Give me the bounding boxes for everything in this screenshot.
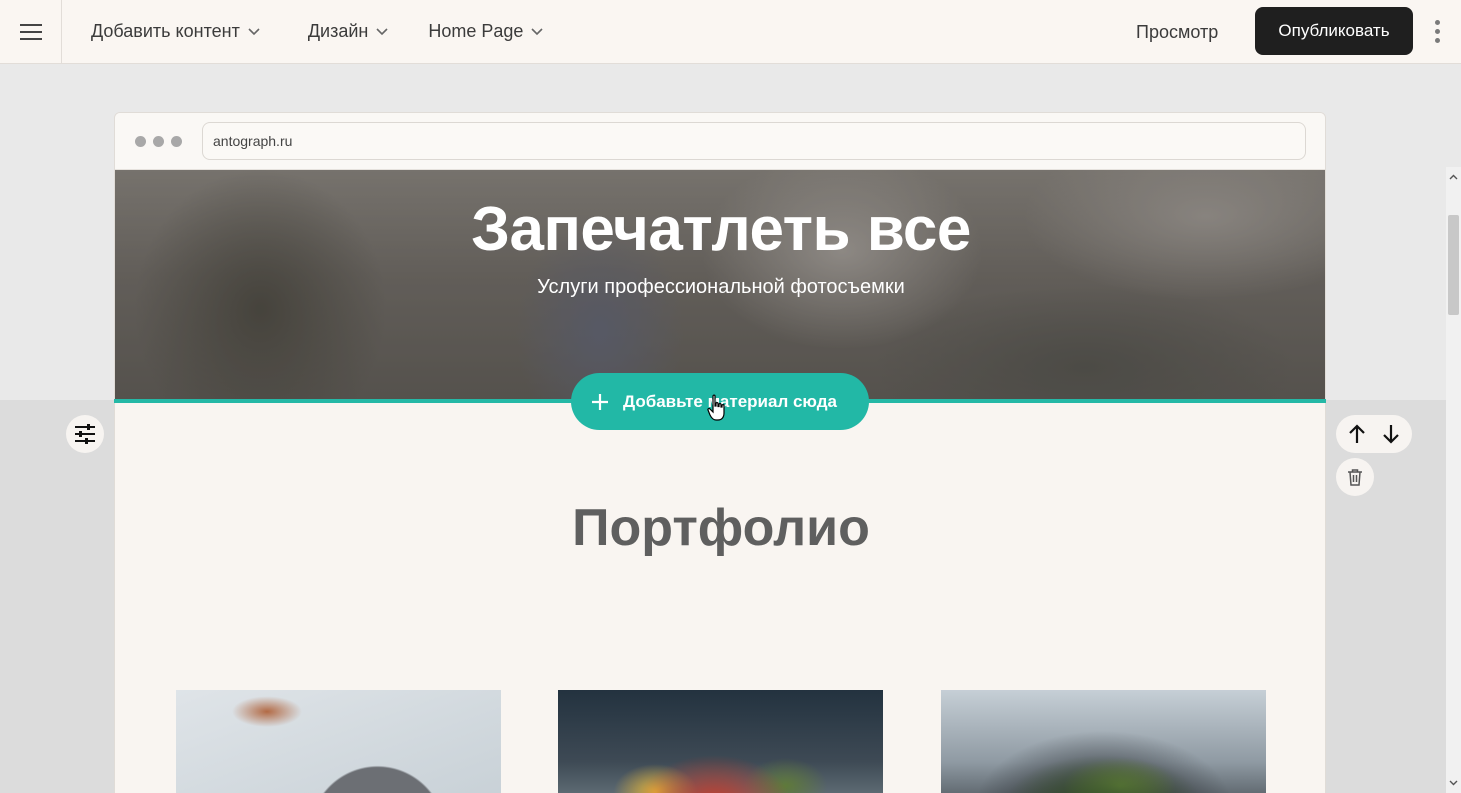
plus-icon <box>592 393 608 410</box>
move-up-button[interactable] <box>1341 418 1373 450</box>
sliders-icon <box>75 424 95 444</box>
move-section-controls <box>1336 415 1412 453</box>
kebab-icon[interactable] <box>1427 16 1447 46</box>
move-down-button[interactable] <box>1375 418 1407 450</box>
portfolio-section[interactable]: Портфолио <box>115 402 1325 793</box>
chevron-down-icon <box>1449 780 1458 786</box>
page-select-label: Home Page <box>428 21 524 41</box>
hero-section[interactable]: Запечатлеть все Услуги профессиональной … <box>115 170 1325 402</box>
add-content-menu[interactable]: Добавить контент <box>91 0 260 64</box>
design-menu[interactable]: Дизайн <box>308 0 389 64</box>
portfolio-title: Портфолио <box>572 499 870 557</box>
arrow-up-icon <box>1349 424 1365 443</box>
hero-subtitle: Услуги профессиональной фотосъемки <box>537 276 905 298</box>
vertical-scrollbar[interactable] <box>1446 167 1461 793</box>
chevron-up-icon <box>1449 174 1458 180</box>
arrow-down-icon <box>1383 425 1399 444</box>
add-content-menu-label: Добавить контент <box>91 21 240 41</box>
hamburger-icon <box>19 23 42 40</box>
portfolio-image-greens[interactable] <box>941 690 1266 793</box>
chevron-down-icon <box>376 27 388 35</box>
scroll-down-button[interactable] <box>1446 773 1461 793</box>
browser-chrome: antograph.ru <box>115 113 1325 170</box>
chevron-down-icon <box>531 27 543 35</box>
trash-icon <box>1348 469 1362 486</box>
section-settings-button[interactable] <box>66 415 104 453</box>
add-material-label: Добавьте материал сюда <box>623 391 837 411</box>
publish-button[interactable]: Опубликовать <box>1255 7 1413 55</box>
preview-button[interactable]: Просмотр <box>1136 0 1218 64</box>
top-toolbar: Добавить контент Дизайн Home Page Просмо… <box>0 0 1461 64</box>
portfolio-image-soup[interactable] <box>176 690 501 793</box>
hand-cursor-icon <box>707 394 725 421</box>
hero-title: Запечатлеть все <box>471 195 971 264</box>
page-select-menu[interactable]: Home Page <box>428 0 543 64</box>
url-bar: antograph.ru <box>202 122 1306 160</box>
delete-section-button[interactable] <box>1336 458 1374 496</box>
portfolio-image-salad[interactable] <box>558 690 883 793</box>
chevron-down-icon <box>248 27 260 35</box>
site-preview-frame: antograph.ru Запечатлеть все Услуги проф… <box>114 112 1326 793</box>
design-menu-label: Дизайн <box>307 21 369 41</box>
scroll-up-button[interactable] <box>1446 167 1461 187</box>
scroll-thumb[interactable] <box>1448 215 1459 315</box>
window-dots <box>135 136 182 147</box>
main-menu-button[interactable] <box>0 0 62 64</box>
url-text: antograph.ru <box>213 133 293 149</box>
